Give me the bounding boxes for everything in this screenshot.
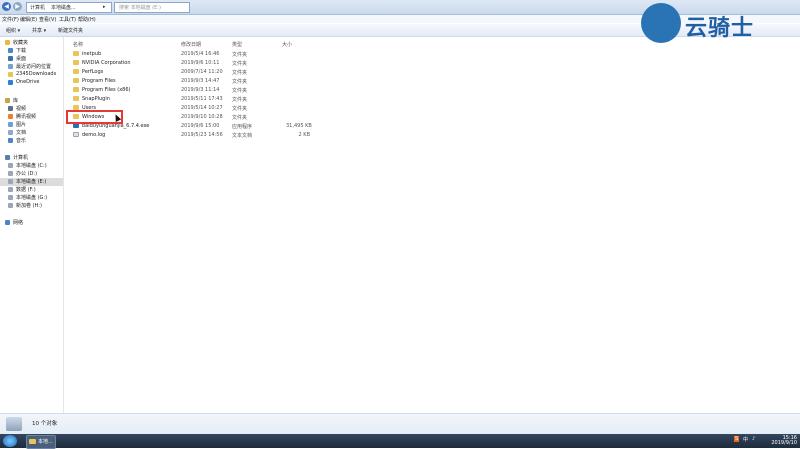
picture-icon (8, 122, 13, 127)
menu-view[interactable]: 查看(V) (39, 16, 56, 23)
volume-icon[interactable]: ♪ (752, 436, 755, 442)
file-row[interactable]: PerfLogs 2009/7/14 11:20 文件夹 (70, 68, 310, 76)
hard-drive-icon (8, 187, 13, 192)
taskbar: 本地... S 中 ♪ 15:16 2019/9/10 (0, 434, 800, 449)
share-button[interactable]: 共享 ▾ (32, 27, 46, 34)
nav-item-recent[interactable]: 最近访问的位置 (0, 63, 63, 71)
nav-item-music[interactable]: 音乐 (0, 137, 63, 145)
status-bar: 10 个对象 (0, 413, 800, 435)
file-row[interactable]: inetpub 2019/5/4 16:46 文件夹 (70, 50, 310, 58)
folder-icon (73, 78, 79, 83)
file-row[interactable]: Program Files 2019/9/3 14:47 文件夹 (70, 77, 310, 85)
recent-places-icon (8, 64, 13, 69)
nav-computer-header[interactable]: 计算机 (0, 154, 63, 162)
drive-large-icon (6, 417, 22, 431)
folder-icon (73, 87, 79, 92)
nav-item-drive-f[interactable]: 数据 (F:) (0, 186, 63, 194)
folder-icon (29, 439, 36, 444)
file-row[interactable]: SnapPlugin 2019/5/11 17:43 文件夹 (70, 95, 310, 103)
column-header-type[interactable]: 类型 (232, 41, 242, 48)
forward-arrow-icon[interactable]: ▶ (13, 2, 22, 11)
folder-icon (73, 60, 79, 65)
hard-drive-icon (8, 171, 13, 176)
text-file-icon (73, 132, 79, 137)
organize-button[interactable]: 组织 ▾ (6, 27, 20, 34)
taskbar-explorer-button[interactable]: 本地... (26, 435, 56, 449)
address-bar: ◀ ▶ 计算机 本地磁盘... ▸ 搜索 本地磁盘 (E:) (0, 0, 800, 15)
menu-edit[interactable]: 编辑(E) (20, 16, 37, 23)
computer-icon (5, 155, 10, 160)
nav-favorites-header[interactable]: 收藏夹 (0, 39, 63, 47)
breadcrumb-drive[interactable]: 本地磁盘... (51, 4, 76, 11)
nav-item-documents[interactable]: 文档 (0, 129, 63, 137)
watermark-knight-icon (641, 3, 681, 43)
back-arrow-icon[interactable]: ◀ (2, 2, 11, 11)
column-header-size[interactable]: 大小 (282, 41, 292, 48)
address-input[interactable]: 计算机 本地磁盘... ▸ (26, 2, 112, 13)
file-row[interactable]: NVIDIA Corporation 2019/9/6 10:11 文件夹 (70, 59, 310, 67)
nav-item-videos[interactable]: 视频 (0, 105, 63, 113)
folder-icon (8, 72, 13, 77)
tencent-video-icon (8, 114, 13, 119)
start-button[interactable] (3, 435, 17, 447)
search-input[interactable]: 搜索 本地磁盘 (E:) (114, 2, 190, 13)
star-icon (5, 40, 10, 45)
system-tray: S 中 ♪ 15:16 2019/9/10 (728, 436, 800, 446)
nav-item-downloads[interactable]: 下载 (0, 47, 63, 55)
watermark-text: 云骑士 (685, 16, 755, 41)
search-placeholder: 搜索 本地磁盘 (E:) (119, 5, 161, 11)
menu-help[interactable]: 帮助(H) (78, 16, 96, 23)
nav-item-drive-g[interactable]: 本地磁盘 (G:) (0, 194, 63, 202)
nav-item-drive-c[interactable]: 本地磁盘 (C:) (0, 162, 63, 170)
download-icon (8, 48, 13, 53)
file-row[interactable]: Program Files (x86) 2019/9/3 11:14 文件夹 (70, 86, 310, 94)
hard-drive-icon (8, 179, 13, 184)
clock[interactable]: 15:16 2019/9/10 (771, 436, 797, 446)
library-icon (5, 98, 10, 103)
nav-item-drive-e[interactable]: 本地磁盘 (E:) (0, 178, 63, 186)
cloud-icon (8, 80, 13, 85)
ime-mode[interactable]: 中 (743, 436, 748, 443)
folder-icon (73, 69, 79, 74)
desktop-icon (8, 56, 13, 61)
breadcrumb-chevron-icon[interactable]: ▸ (103, 4, 106, 10)
column-header-date[interactable]: 修改日期 (181, 41, 201, 48)
navigation-pane: 收藏夹 下载 桌面 最近访问的位置 2345Downloads OneDrive… (0, 37, 64, 413)
item-count: 10 个对象 (32, 421, 58, 427)
ime-s-icon[interactable]: S (734, 436, 740, 442)
folder-icon (73, 51, 79, 56)
hard-drive-icon (8, 163, 13, 168)
nav-item-drive-d[interactable]: 办公 (D:) (0, 170, 63, 178)
new-folder-button[interactable]: 新建文件夹 (58, 27, 83, 34)
menu-file[interactable]: 文件(F) (2, 16, 19, 23)
music-icon (8, 138, 13, 143)
folder-icon (73, 96, 79, 101)
hard-drive-icon (8, 203, 13, 208)
nav-item-2345downloads[interactable]: 2345Downloads (0, 71, 63, 79)
nav-item-pictures[interactable]: 图片 (0, 121, 63, 129)
nav-item-tencent-video[interactable]: 腾讯视频 (0, 113, 63, 121)
document-icon (8, 130, 13, 135)
hard-drive-icon (8, 195, 13, 200)
column-header-name[interactable]: 名称 (73, 41, 83, 48)
network-icon (5, 220, 10, 225)
nav-item-drive-h[interactable]: 新加卷 (H:) (0, 202, 63, 210)
file-row[interactable]: demo.log 2019/5/23 14:56 文本文档 2 KB (70, 131, 310, 139)
breadcrumb-computer[interactable]: 计算机 (30, 4, 45, 11)
nav-network-header[interactable]: 网络 (0, 219, 63, 227)
menu-tools[interactable]: 工具(T) (59, 16, 76, 23)
video-icon (8, 106, 13, 111)
nav-libraries-header[interactable]: 库 (0, 97, 63, 105)
nav-item-desktop[interactable]: 桌面 (0, 55, 63, 63)
nav-item-onedrive[interactable]: OneDrive (0, 79, 63, 87)
